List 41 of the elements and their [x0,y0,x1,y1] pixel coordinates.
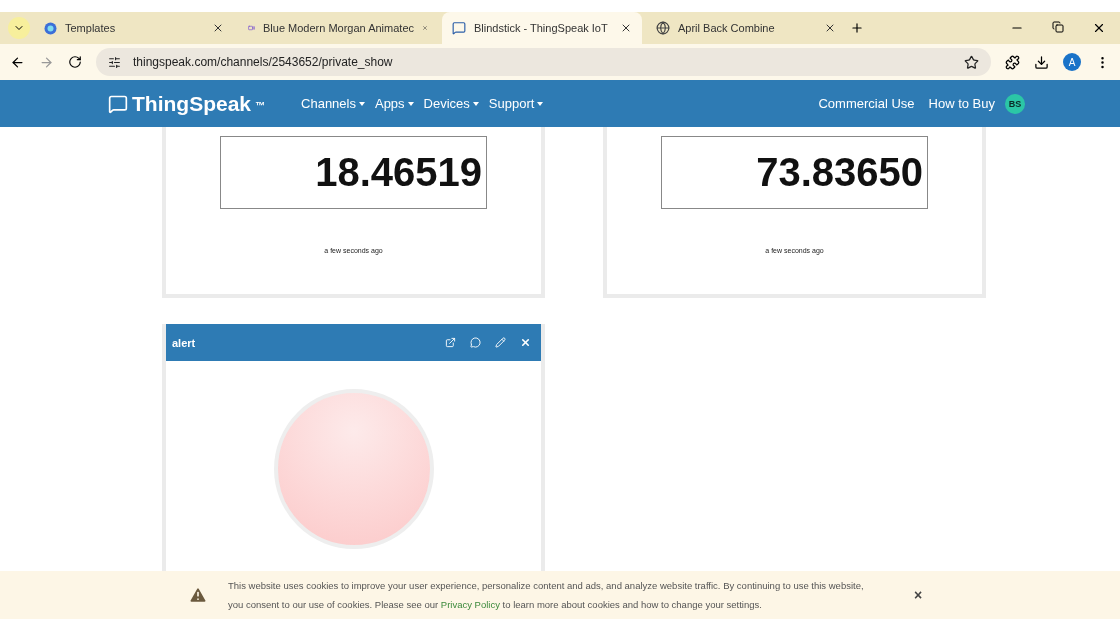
privacy-policy-link[interactable]: Privacy Policy [440,599,500,610]
user-avatar[interactable]: BS [1005,93,1025,114]
app-logo-icon [44,21,57,35]
tab-list-button[interactable] [8,17,30,39]
nav-menu[interactable]: Channels [301,96,365,111]
close-button[interactable]: × [914,587,923,603]
browser-tab[interactable]: Templates [34,12,234,44]
external-link-icon[interactable] [445,337,456,348]
browser-tab[interactable]: Blindstick - ThingSpeak IoT [442,12,642,44]
close-icon[interactable] [824,22,836,34]
browser-tab[interactable]: April Back Combine [646,12,846,44]
new-tab-icon[interactable] [850,21,864,35]
close-icon[interactable] [212,22,224,34]
nav-menu[interactable]: Devices [423,96,479,111]
comment-icon[interactable] [470,337,481,348]
star-icon[interactable] [964,54,979,70]
cookie-notice: This website uses cookies to improve your user experience, personalize content and ads, and analyze website traffic. By continuing to use this website, you consent to our use of cookies. Please see our Privacy Policy to learn more about cookies and how to change your settings. [228,579,865,612]
numeric-display: 73.83650 [661,136,928,209]
download-icon[interactable] [1034,54,1049,70]
chat-bubble-icon [452,21,466,35]
site-settings-icon[interactable] [108,55,121,69]
widget-title: alert [172,336,197,349]
restore-icon[interactable] [1052,21,1064,33]
brand-logo[interactable]: ThingSpeak ™ [108,91,266,116]
browser-tab[interactable]: Blue Modern Morgan Animatec [238,12,438,44]
back-icon[interactable] [10,54,25,70]
numeric-display: 18.46519 [220,136,487,209]
profile-avatar[interactable]: A [1063,53,1081,71]
pencil-icon[interactable] [495,337,506,348]
close-icon[interactable] [620,22,632,34]
nav-link[interactable]: How to Buy [928,96,995,111]
nav-menu[interactable]: Apps [374,96,414,111]
nav-link[interactable]: Commercial Use [818,96,915,111]
nav-menu[interactable]: Support [488,96,544,111]
forward-icon[interactable] [39,54,54,70]
globe-icon [656,21,670,35]
extensions-icon[interactable] [1005,54,1020,70]
address-bar[interactable]: thingspeak.com/channels/2543652/private_show [96,48,991,76]
warning-icon [188,585,208,605]
close-icon[interactable] [1092,21,1106,35]
reload-icon[interactable] [68,55,82,69]
